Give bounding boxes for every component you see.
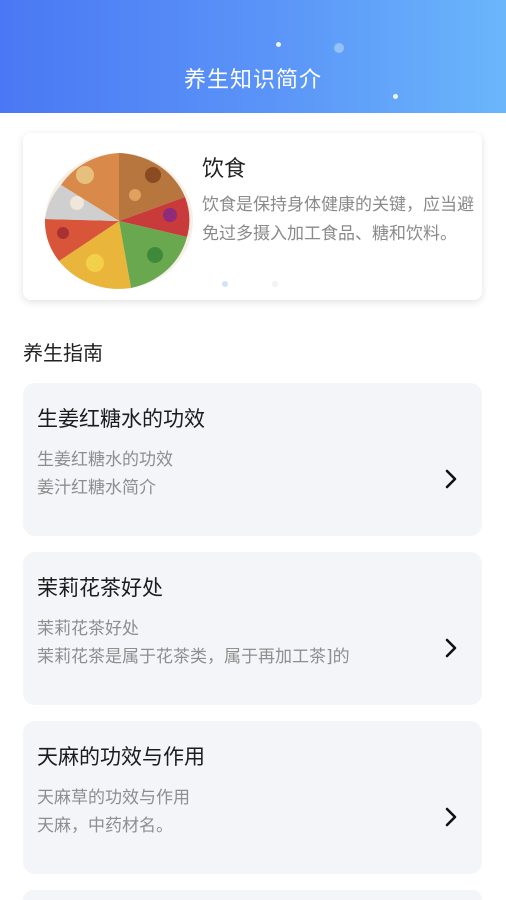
guide-card-line1: 茉莉花茶好处 bbox=[37, 619, 139, 639]
food-image bbox=[44, 153, 193, 289]
intro-description: 饮食是保持身体健康的关键，应当避免过多摄入加工食品、糖和饮料。 bbox=[202, 195, 474, 244]
chevron-right-icon[interactable] bbox=[444, 637, 458, 659]
decor-dot bbox=[334, 43, 344, 53]
pager-dot bbox=[272, 281, 278, 287]
page-title: 养生知识简介 bbox=[183, 68, 322, 93]
guide-card-line2: 天麻，中药材名。 bbox=[37, 816, 173, 836]
guide-card[interactable]: 天麻的功效与作用 天麻草的功效与作用 天麻，中药材名。 bbox=[23, 721, 482, 874]
guide-card-partial[interactable] bbox=[23, 890, 482, 900]
guide-card[interactable]: 茉莉花茶好处 茉莉花茶好处 茉莉花茶是属于花茶类，属于再加工茶]的 bbox=[23, 552, 482, 705]
guide-card-line2: 茉莉花茶是属于花茶类，属于再加工茶]的 bbox=[37, 647, 350, 667]
header-bar: 养生知识简介 bbox=[0, 0, 506, 113]
intro-card[interactable]: 饮食 饮食是保持身体健康的关键，应当避免过多摄入加工食品、糖和饮料。 bbox=[23, 133, 482, 300]
chevron-right-icon[interactable] bbox=[444, 468, 458, 490]
intro-title: 饮食 bbox=[202, 157, 247, 182]
guide-card-title: 生姜红糖水的功效 bbox=[37, 407, 205, 431]
decor-dot bbox=[393, 94, 398, 99]
guide-card-title: 天麻的功效与作用 bbox=[37, 745, 205, 769]
guide-card-title: 茉莉花茶好处 bbox=[37, 576, 163, 600]
chevron-right-icon[interactable] bbox=[444, 806, 458, 828]
guide-card-line1: 天麻草的功效与作用 bbox=[37, 788, 190, 808]
decor-dot bbox=[276, 42, 281, 47]
pager-dot-active bbox=[222, 281, 228, 287]
guide-card-line1: 生姜红糖水的功效 bbox=[37, 450, 173, 470]
guide-card-line2: 姜汁红糖水简介 bbox=[37, 478, 156, 498]
section-title: 养生指南 bbox=[23, 341, 103, 365]
guide-card[interactable]: 生姜红糖水的功效 生姜红糖水的功效 姜汁红糖水简介 bbox=[23, 383, 482, 536]
